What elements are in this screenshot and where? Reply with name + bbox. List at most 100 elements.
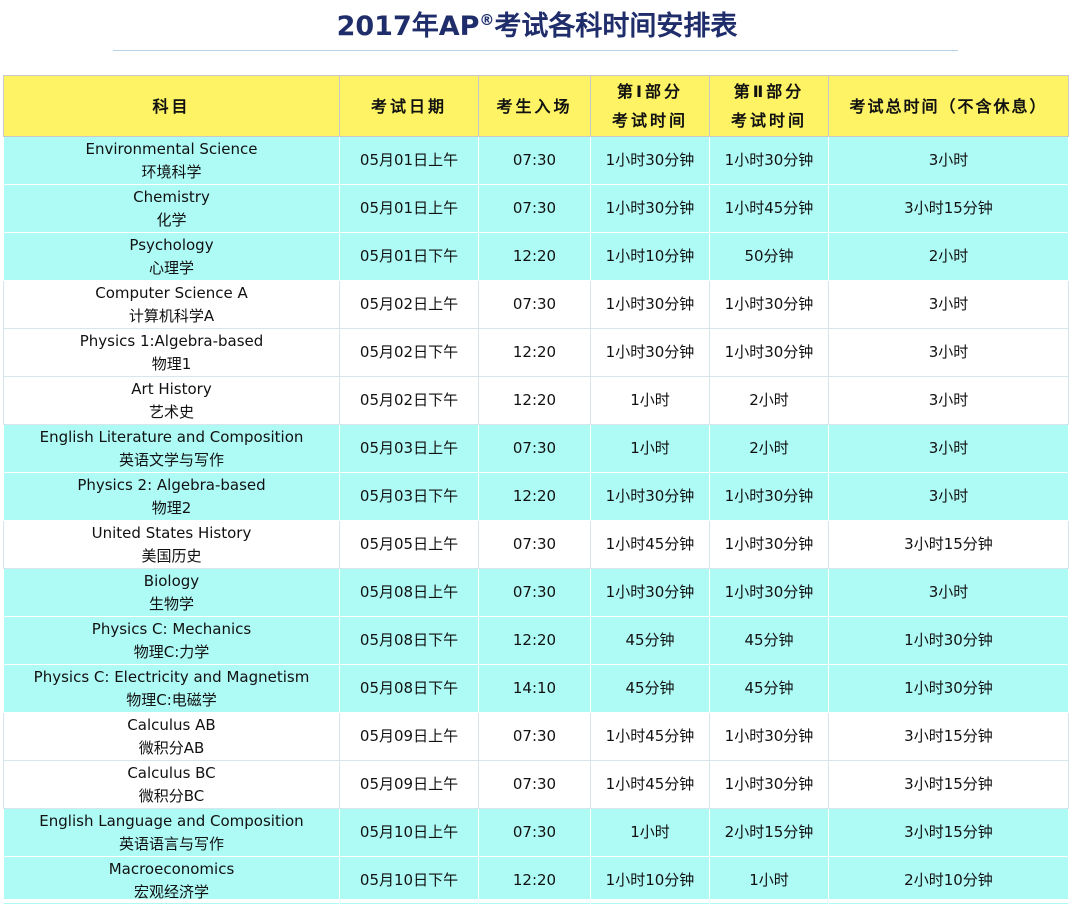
exam-date-cell: 05月08日下午 [339, 664, 479, 713]
subject-chinese: 英语语言与写作 [118, 834, 224, 853]
part2-duration-cell: 1小时45分钟 [709, 184, 829, 233]
subject-english: Psychology [129, 235, 214, 254]
total-duration-cell: 3小时 [828, 568, 1069, 617]
title-divider [113, 50, 958, 51]
subject-cell: Art History 艺术史 [3, 376, 340, 425]
part2-duration-cell: 1小时30分钟 [709, 712, 829, 761]
subject-cell: English Language and Composition 英语语言与写作 [3, 808, 340, 857]
subject-english: Physics C: Mechanics [91, 619, 252, 638]
part2-duration-cell: 1小时30分钟 [709, 472, 829, 521]
subject-cell: United States History 美国历史 [3, 520, 340, 569]
subject-english: English Literature and Composition [39, 427, 304, 446]
subject-cell: Physics C: Mechanics 物理C:力学 [3, 616, 340, 665]
part1-duration-cell: 1小时30分钟 [590, 328, 710, 377]
subject-cell: Chemistry 化学 [3, 184, 340, 233]
subject-cell: Physics C: Electricity and Magnetism 物理C:… [3, 664, 340, 713]
total-duration-cell: 3小时15分钟 [828, 712, 1069, 761]
part2-duration-cell: 45分钟 [709, 664, 829, 713]
total-duration-cell: 3小时 [828, 376, 1069, 425]
total-duration-cell: 3小时15分钟 [828, 808, 1069, 857]
part1-duration-cell: 1小时30分钟 [590, 568, 710, 617]
subject-cell: Macroeconomics 宏观经济学 [3, 856, 340, 905]
subject-chinese: 微积分AB [138, 738, 205, 757]
table-row: United States History 美国历史 05月05日上午 07:30 1小… [3, 520, 1069, 569]
part2-duration-cell: 1小时 [709, 856, 829, 905]
entry-time-cell: 07:30 [478, 712, 591, 761]
part1-duration-cell: 1小时10分钟 [590, 232, 710, 281]
subject-english: Calculus AB [127, 715, 216, 734]
header-date: 考试日期 [339, 75, 479, 137]
part2-duration-cell: 2小时15分钟 [709, 808, 829, 857]
total-duration-cell: 3小时 [828, 424, 1069, 473]
table-row: Biology 生物学 05月08日上午 07:30 1小时30分钟 1小时30分钟 3小时 [3, 568, 1069, 617]
table-row: Computer Science A 计算机科学A 05月02日上午 07:30 1小时… [3, 280, 1069, 329]
subject-english: Chemistry [133, 187, 210, 206]
subject-cell: Physics 2: Algebra-based 物理2 [3, 472, 340, 521]
part1-duration-cell: 1小时30分钟 [590, 184, 710, 233]
entry-time-cell: 12:20 [478, 232, 591, 281]
part1-duration-cell: 45分钟 [590, 616, 710, 665]
table-row: Physics 2: Algebra-based 物理2 05月03日下午 12:20… [3, 472, 1069, 521]
exam-date-cell: 05月03日上午 [339, 424, 479, 473]
total-duration-cell: 3小时15分钟 [828, 760, 1069, 809]
table-row: Environmental Science 环境科学 05月01日上午 07:30 1小… [3, 136, 1069, 185]
entry-time-cell: 07:30 [478, 184, 591, 233]
header-total: 考试总时间（不含休息） [828, 75, 1069, 137]
exam-date-cell: 05月10日上午 [339, 808, 479, 857]
subject-chinese: 物理C:电磁学 [126, 690, 217, 709]
subject-english: United States History [91, 523, 252, 542]
total-duration-cell: 3小时15分钟 [828, 520, 1069, 569]
table-row: Physics C: Mechanics 物理C:力学 05月08日下午 12:20 4… [3, 616, 1069, 665]
part2-duration-cell: 1小时30分钟 [709, 280, 829, 329]
subject-chinese: 环境科学 [141, 162, 202, 181]
total-duration-cell: 3小时 [828, 280, 1069, 329]
part2-duration-cell: 2小时 [709, 424, 829, 473]
subject-chinese: 美国历史 [141, 546, 202, 565]
subject-chinese: 计算机科学A [128, 306, 215, 325]
subject-english: English Language and Composition [39, 811, 304, 830]
entry-time-cell: 12:20 [478, 376, 591, 425]
subject-cell: Calculus BC 微积分BC [3, 760, 340, 809]
page-bottom-edge [0, 899, 1074, 903]
part1-duration-cell: 1小时45分钟 [590, 712, 710, 761]
total-duration-cell: 1小时30分钟 [828, 616, 1069, 665]
table-header-row: 科目 考试日期 考生入场 第Ⅰ部分 考试时间 第Ⅱ部分 考试时间 考试总时间（不… [3, 75, 1069, 137]
subject-cell: Environmental Science 环境科学 [3, 136, 340, 185]
table-row: Physics C: Electricity and Magnetism 物理C:… [3, 664, 1069, 713]
part2-duration-cell: 1小时30分钟 [709, 136, 829, 185]
page-title-prefix: 2017年AP [336, 11, 480, 42]
subject-chinese: 心理学 [148, 258, 194, 277]
part1-duration-cell: 1小时45分钟 [590, 760, 710, 809]
subject-english: Physics 2: Algebra-based [77, 475, 266, 494]
header-entry: 考生入场 [478, 75, 591, 137]
subject-english: Macroeconomics [108, 859, 235, 878]
subject-english: Biology [143, 571, 200, 590]
subject-chinese: 生物学 [148, 594, 194, 613]
part1-duration-cell: 1小时 [590, 376, 710, 425]
entry-time-cell: 12:20 [478, 472, 591, 521]
subject-chinese: 微积分BC [138, 786, 205, 805]
subject-cell: Physics 1:Algebra-based 物理1 [3, 328, 340, 377]
registered-mark: ® [479, 11, 495, 29]
total-duration-cell: 3小时15分钟 [828, 184, 1069, 233]
subject-cell: Psychology 心理学 [3, 232, 340, 281]
total-duration-cell: 2小时10分钟 [828, 856, 1069, 905]
table-row: Physics 1:Algebra-based 物理1 05月02日下午 12:20 1… [3, 328, 1069, 377]
entry-time-cell: 07:30 [478, 568, 591, 617]
entry-time-cell: 07:30 [478, 136, 591, 185]
header-subject: 科目 [3, 75, 340, 137]
part1-duration-cell: 1小时 [590, 424, 710, 473]
exam-date-cell: 05月08日上午 [339, 568, 479, 617]
total-duration-cell: 1小时30分钟 [828, 664, 1069, 713]
subject-english: Physics C: Electricity and Magnetism [33, 667, 310, 686]
exam-date-cell: 05月01日上午 [339, 136, 479, 185]
entry-time-cell: 07:30 [478, 424, 591, 473]
table-row: Calculus BC 微积分BC 05月09日上午 07:30 1小时45分钟 1小时3… [3, 760, 1069, 809]
subject-english: Environmental Science [85, 139, 258, 158]
exam-date-cell: 05月08日下午 [339, 616, 479, 665]
part1-duration-cell: 1小时45分钟 [590, 520, 710, 569]
exam-date-cell: 05月01日下午 [339, 232, 479, 281]
entry-time-cell: 12:20 [478, 856, 591, 905]
entry-time-cell: 07:30 [478, 808, 591, 857]
part2-duration-cell: 1小时30分钟 [709, 520, 829, 569]
